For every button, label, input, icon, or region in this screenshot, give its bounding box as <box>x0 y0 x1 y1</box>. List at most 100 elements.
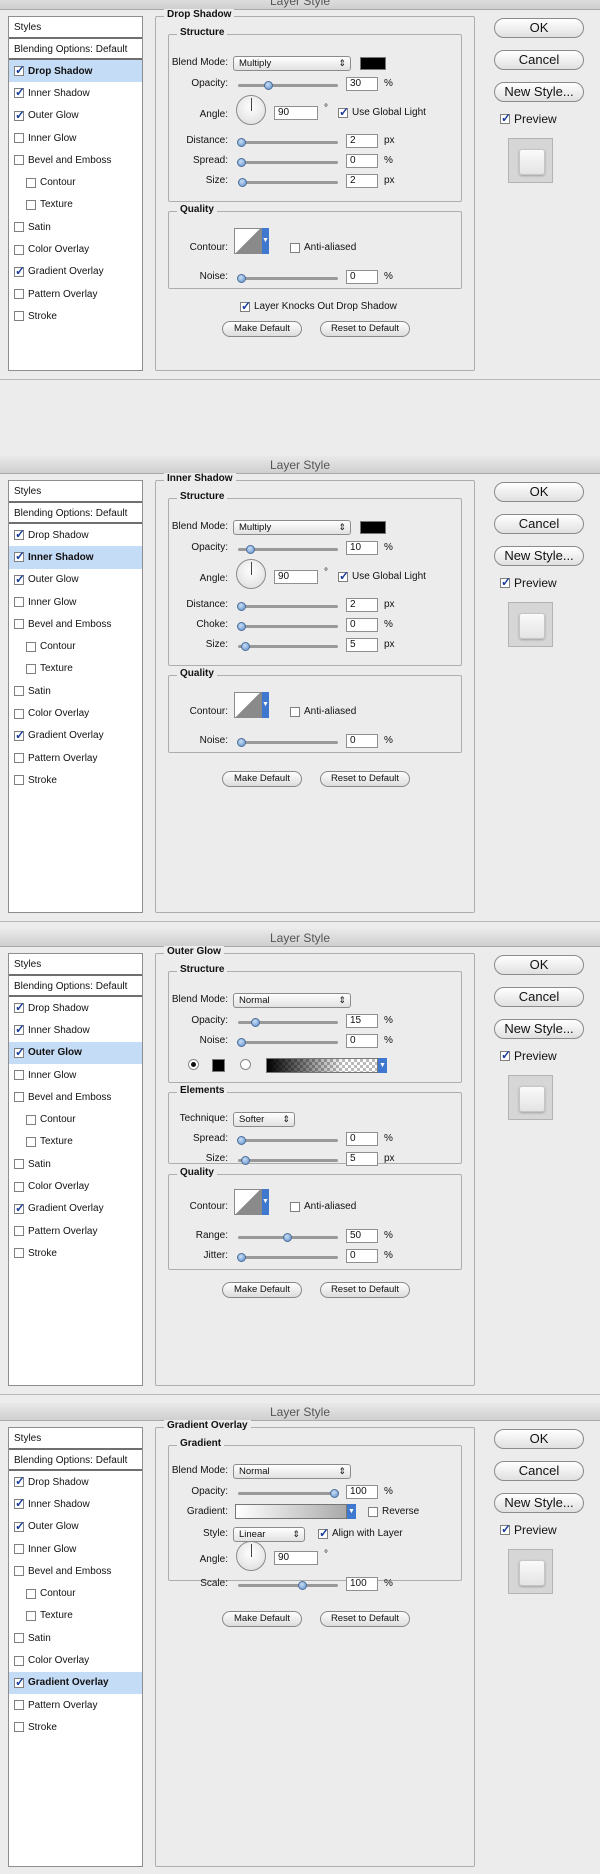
new-style-button[interactable]: New Style... <box>494 1019 584 1039</box>
opacity-slider[interactable] <box>238 1489 339 1498</box>
style-item-pattern-overlay[interactable]: Pattern Overlay <box>9 283 142 305</box>
style-item-drop-shadow[interactable]: Drop Shadow <box>9 524 142 546</box>
styles-header[interactable]: Styles <box>9 954 142 976</box>
style-item-outer-glow[interactable]: Outer Glow <box>9 569 142 591</box>
style-item-stroke[interactable]: Stroke <box>9 305 142 327</box>
style-item-inner-glow[interactable]: Inner Glow <box>9 127 142 149</box>
checkbox[interactable] <box>14 289 24 300</box>
style-item-inner-glow[interactable]: Inner Glow <box>9 591 142 613</box>
style-item-satin[interactable]: Satin <box>9 1627 142 1649</box>
contour-picker[interactable] <box>234 1189 262 1215</box>
choke-input[interactable]: 0 <box>346 618 378 632</box>
slider-knob[interactable] <box>298 1581 307 1590</box>
styles-header[interactable]: Styles <box>9 481 142 503</box>
style-item-inner-glow[interactable]: Inner Glow <box>9 1064 142 1086</box>
style-item-inner-shadow[interactable]: Inner Shadow <box>9 82 142 104</box>
reset-default-button[interactable]: Reset to Default <box>320 1611 410 1627</box>
make-default-button[interactable]: Make Default <box>222 321 302 337</box>
checkbox[interactable] <box>14 527 25 541</box>
make-default-button[interactable]: Make Default <box>222 771 302 787</box>
solid-color-radio[interactable] <box>188 1059 199 1070</box>
size-slider[interactable] <box>238 642 338 651</box>
distance-input[interactable]: 2 <box>346 598 378 612</box>
style-item-drop-shadow[interactable]: Drop Shadow <box>9 997 142 1019</box>
checkbox[interactable] <box>14 619 24 630</box>
contour-dropdown-icon[interactable]: ▼ <box>262 1189 269 1215</box>
checkbox[interactable] <box>14 728 25 742</box>
slider-knob[interactable] <box>237 602 246 611</box>
checkbox[interactable] <box>14 1655 24 1666</box>
size-input[interactable]: 2 <box>346 174 378 188</box>
style-item-texture[interactable]: Texture <box>9 1605 142 1627</box>
style-item-outer-glow[interactable]: Outer Glow <box>9 105 142 127</box>
slider-knob[interactable] <box>241 642 250 651</box>
slider-knob[interactable] <box>237 158 246 167</box>
use-global-light-checkbox[interactable]: Use Global Light <box>338 569 426 583</box>
knocks-out-checkbox[interactable]: Layer Knocks Out Drop Shadow <box>240 299 397 313</box>
checkbox[interactable] <box>26 1588 36 1599</box>
spread-input[interactable]: 0 <box>346 154 378 168</box>
checkbox[interactable] <box>14 85 25 99</box>
checkbox[interactable] <box>14 1181 24 1192</box>
blend-mode-select[interactable]: Multiply <box>233 520 351 535</box>
checkbox[interactable] <box>338 569 349 583</box>
distance-slider[interactable] <box>237 602 338 611</box>
range-input[interactable]: 50 <box>346 1229 378 1243</box>
checkbox[interactable] <box>14 311 24 322</box>
checkbox[interactable] <box>14 63 25 77</box>
style-item-gradient-overlay[interactable]: Gradient Overlay <box>9 725 142 747</box>
checkbox[interactable] <box>14 108 25 122</box>
blending-options-item[interactable]: Blending Options: Default <box>9 976 142 997</box>
make-default-button[interactable]: Make Default <box>222 1282 302 1298</box>
jitter-slider[interactable] <box>237 1253 338 1262</box>
checkbox[interactable] <box>14 572 25 586</box>
checkbox[interactable] <box>14 1722 24 1733</box>
checkbox[interactable] <box>14 1248 24 1259</box>
anti-aliased-checkbox[interactable]: Anti-aliased <box>290 242 356 253</box>
checkbox[interactable] <box>14 1633 24 1644</box>
checkbox[interactable] <box>14 775 24 786</box>
gradient-dropdown-icon[interactable]: ▼ <box>347 1504 356 1519</box>
checkbox[interactable] <box>368 1506 378 1517</box>
opacity-slider[interactable] <box>238 81 338 90</box>
contour-picker[interactable] <box>234 692 262 718</box>
style-item-drop-shadow[interactable]: Drop Shadow <box>9 1471 142 1493</box>
shadow-color-swatch[interactable] <box>360 521 386 534</box>
checkbox[interactable] <box>14 1092 24 1103</box>
style-item-outer-glow[interactable]: Outer Glow <box>9 1041 142 1064</box>
checkbox[interactable] <box>14 1201 25 1215</box>
styles-header[interactable]: Styles <box>9 17 142 39</box>
checkbox[interactable] <box>14 222 24 233</box>
slider-knob[interactable] <box>246 545 255 554</box>
anti-aliased-checkbox[interactable]: Anti-aliased <box>290 1201 356 1212</box>
spread-slider[interactable] <box>237 158 338 167</box>
preview-checkbox[interactable]: Preview <box>500 1048 557 1063</box>
align-with-layer-checkbox[interactable]: Align with Layer <box>318 1526 403 1540</box>
style-item-gradient-overlay[interactable]: Gradient Overlay <box>9 261 142 283</box>
style-item-color-overlay[interactable]: Color Overlay <box>9 238 142 260</box>
checkbox[interactable] <box>14 1000 25 1014</box>
contour-picker[interactable] <box>234 228 262 254</box>
style-item-stroke[interactable]: Stroke <box>9 1716 142 1738</box>
style-item-contour[interactable]: Contour <box>9 171 142 193</box>
style-item-inner-shadow[interactable]: Inner Shadow <box>9 1019 142 1041</box>
checkbox[interactable] <box>290 706 300 717</box>
checkbox[interactable] <box>26 177 36 188</box>
cancel-button[interactable]: Cancel <box>494 514 584 534</box>
scale-slider[interactable] <box>238 1581 338 1590</box>
gradient-dropdown-icon[interactable]: ▼ <box>378 1058 387 1073</box>
blend-mode-select[interactable]: Normal <box>233 1464 351 1479</box>
style-item-satin[interactable]: Satin <box>9 680 142 702</box>
style-item-texture[interactable]: Texture <box>9 194 142 216</box>
checkbox[interactable] <box>500 1522 511 1536</box>
noise-input[interactable]: 0 <box>346 734 378 748</box>
style-select[interactable]: Linear <box>233 1527 305 1542</box>
style-item-bevel-emboss[interactable]: Bevel and Emboss <box>9 1560 142 1582</box>
slider-knob[interactable] <box>237 738 246 747</box>
slider-knob[interactable] <box>237 622 246 631</box>
slider-knob[interactable] <box>283 1233 292 1242</box>
distance-input[interactable]: 2 <box>346 134 378 148</box>
checkbox[interactable] <box>26 1610 36 1621</box>
opacity-input[interactable]: 30 <box>346 77 378 91</box>
cancel-button[interactable]: Cancel <box>494 50 584 70</box>
